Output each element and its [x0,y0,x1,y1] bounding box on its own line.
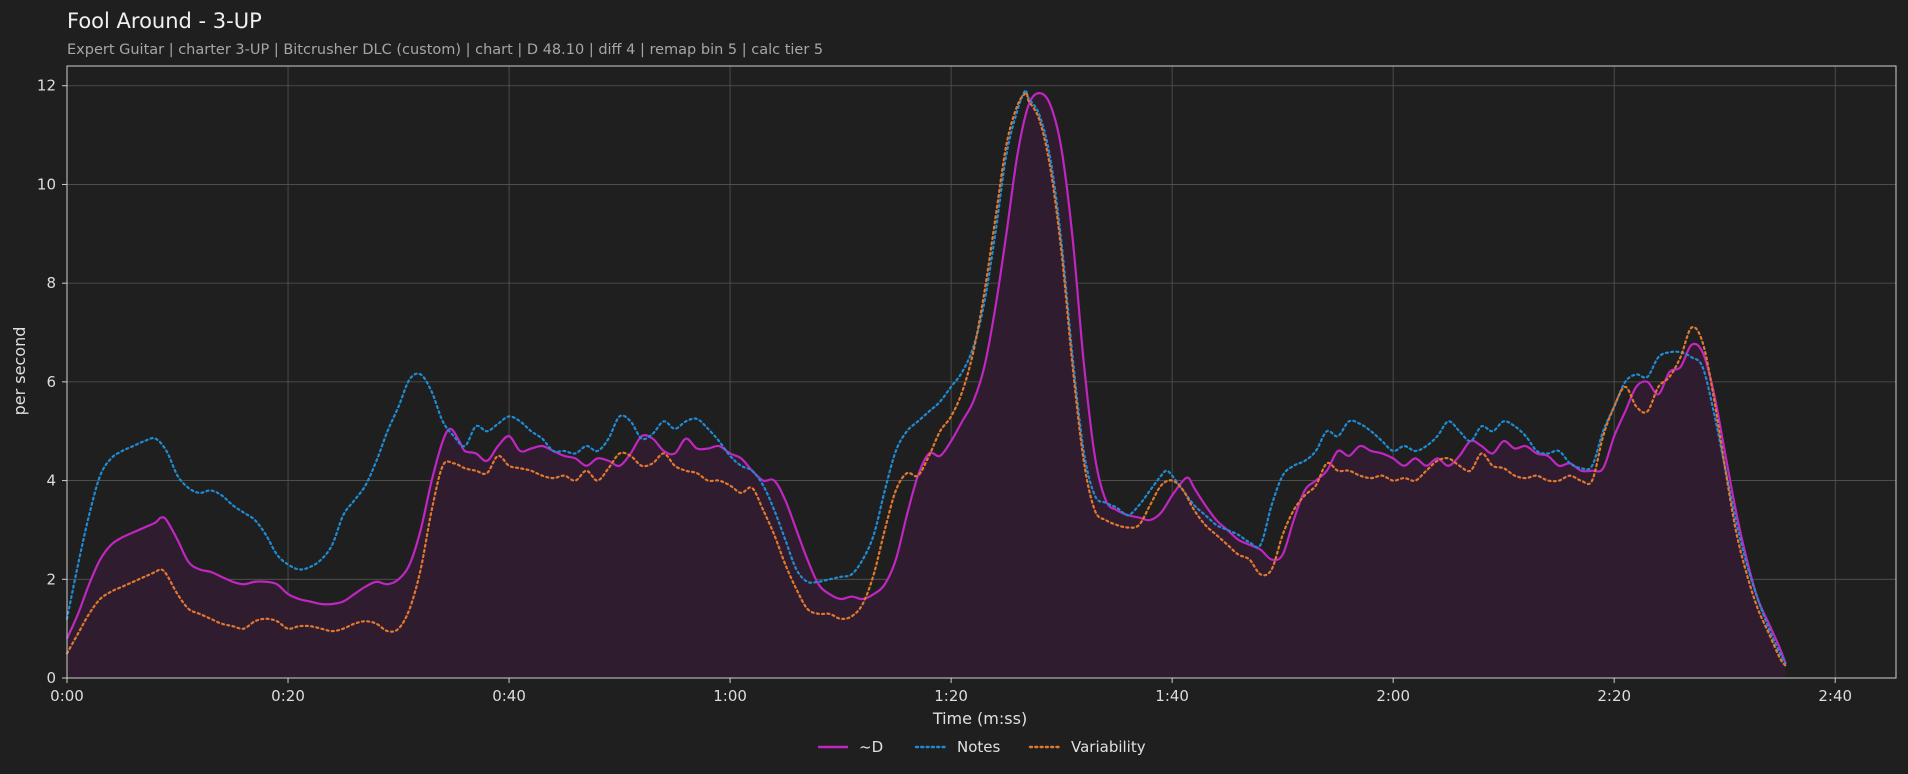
x-axis-ticks: 0:00 0:20 0:40 1:00 1:20 1:40 2:00 2:20 2:40 [50,678,1852,705]
x-axis-label: Time (m:ss) [932,709,1027,728]
x-tick-label: 0:40 [492,687,526,705]
y-tick-label: 4 [46,472,56,490]
y-tick-label: 8 [46,274,56,292]
y-tick-label: 12 [37,77,56,95]
x-tick-label: 0:20 [271,687,305,705]
x-tick-label: 2:40 [1818,687,1852,705]
y-tick-label: 6 [46,373,56,391]
y-tick-label: 0 [46,669,56,687]
x-tick-label: 1:20 [934,687,968,705]
y-axis-ticks: 0 2 4 6 8 10 12 [37,77,67,687]
chart-container: Fool Around - 3-UP Expert Guitar | chart… [0,0,1908,774]
y-tick-label: 2 [46,570,56,588]
series-area-d [67,93,1786,678]
fill-layer [67,93,1786,678]
chart-subtitle: Expert Guitar | charter 3-UP | Bitcrushe… [67,42,823,58]
x-tick-label: 2:20 [1597,687,1631,705]
y-axis-label: per second [10,327,29,416]
legend: ~D Notes Variability [818,738,1146,756]
legend-label-notes: Notes [957,738,1001,756]
legend-label-d: ~D [859,738,883,756]
x-tick-label: 2:00 [1376,687,1410,705]
x-tick-label: 1:40 [1155,687,1189,705]
x-tick-label: 0:00 [50,687,84,705]
x-tick-label: 1:00 [713,687,747,705]
y-tick-label: 10 [37,175,56,193]
chart-svg: Fool Around - 3-UP Expert Guitar | chart… [10,9,1897,756]
legend-label-variability: Variability [1071,738,1146,756]
chart-title: Fool Around - 3-UP [67,9,262,33]
